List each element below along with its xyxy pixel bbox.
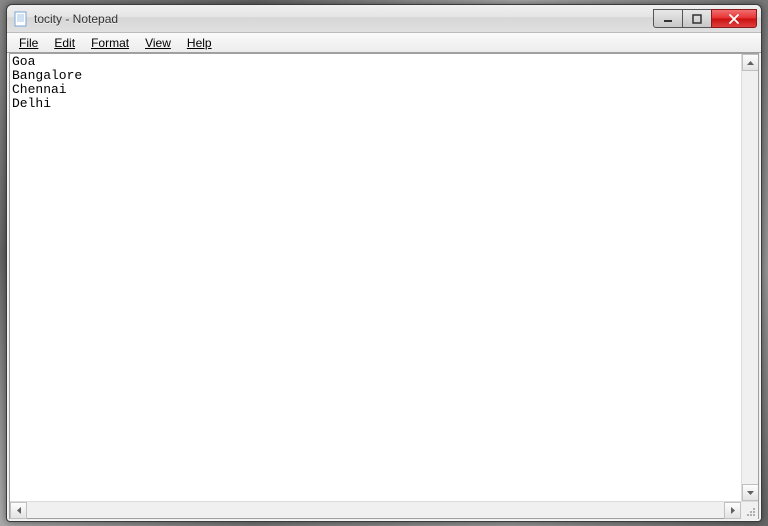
resize-grip-icon: [745, 506, 756, 517]
close-icon: [728, 14, 740, 24]
maximize-button[interactable]: [682, 9, 712, 28]
menu-help-label: Help: [187, 36, 212, 50]
resize-grip[interactable]: [741, 502, 758, 519]
vertical-scroll-track[interactable]: [742, 71, 758, 484]
scroll-down-button[interactable]: [742, 484, 758, 501]
minimize-button[interactable]: [653, 9, 683, 28]
notepad-app-icon: [13, 11, 29, 27]
menu-format-label: Format: [91, 36, 129, 50]
text-editor[interactable]: Goa Bangalore Chennai Delhi: [10, 54, 741, 501]
menubar: File Edit Format View Help: [7, 33, 761, 53]
chevron-up-icon: [747, 61, 754, 65]
menu-edit-label: Edit: [54, 36, 75, 50]
menu-file-label: File: [19, 36, 38, 50]
chevron-down-icon: [747, 491, 754, 495]
horizontal-scroll-track[interactable]: [27, 502, 724, 518]
scroll-up-button[interactable]: [742, 54, 758, 71]
scroll-right-button[interactable]: [724, 502, 741, 519]
menu-edit[interactable]: Edit: [46, 34, 83, 52]
window-controls: [654, 9, 757, 28]
horizontal-scroll-row: [10, 501, 758, 518]
minimize-icon: [663, 14, 673, 24]
text-wrap: Goa Bangalore Chennai Delhi: [10, 54, 758, 501]
menu-view-label: View: [145, 36, 171, 50]
menu-format[interactable]: Format: [83, 34, 137, 52]
titlebar[interactable]: tocity - Notepad: [7, 5, 761, 33]
menu-help[interactable]: Help: [179, 34, 220, 52]
chevron-left-icon: [17, 507, 21, 514]
vertical-scrollbar[interactable]: [741, 54, 758, 501]
maximize-icon: [692, 14, 702, 24]
client-area: Goa Bangalore Chennai Delhi: [9, 53, 759, 519]
scroll-left-button[interactable]: [10, 502, 27, 519]
chevron-right-icon: [731, 507, 735, 514]
menu-file[interactable]: File: [11, 34, 46, 52]
close-button[interactable]: [711, 9, 757, 28]
notepad-window: tocity - Notepad File Edit Format View: [6, 4, 762, 522]
window-title: tocity - Notepad: [34, 12, 654, 26]
menu-view[interactable]: View: [137, 34, 179, 52]
horizontal-scrollbar[interactable]: [10, 502, 741, 518]
